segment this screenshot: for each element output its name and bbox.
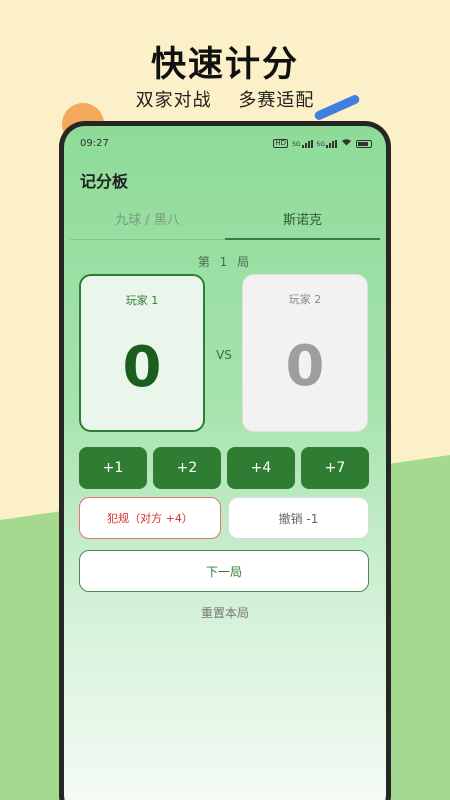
phone-screen: 09:27 HD 5G 5G 记分板 九球 / 黑八 斯诺克 第 1 局 玩家 … [64,126,386,800]
signal-icon-2: 5G [316,139,337,148]
player-1-card[interactable]: 玩家 1 0 [79,274,205,432]
player-2-name: 玩家 2 [288,293,322,306]
player-2-card[interactable]: 玩家 2 0 [242,274,368,432]
status-icons: HD 5G 5G [273,138,372,149]
page-title: 记分板 [80,172,129,191]
undo-button[interactable]: 撤销 -1 [228,497,369,539]
tab-snooker[interactable]: 斯诺克 [225,206,380,240]
player-2-score: 0 [285,334,325,399]
score-add-buttons: +1 +2 +4 +7 [79,447,369,489]
tab-nine-ball[interactable]: 九球 / 黑八 [70,206,225,239]
battery-icon [356,139,372,148]
game-mode-tabs: 九球 / 黑八 斯诺克 [70,206,380,240]
player-1-name: 玩家 1 [125,294,159,307]
vs-label: VS [216,348,232,362]
add-2-button[interactable]: +2 [153,447,221,489]
phone-frame: 09:27 HD 5G 5G 记分板 九球 / 黑八 斯诺克 第 1 局 玩家 … [59,121,391,800]
foul-button[interactable]: 犯规（对方 +4） [79,497,221,539]
status-bar: 09:27 HD 5G 5G [80,138,372,152]
wifi-icon [341,138,352,149]
player-1-score: 0 [122,335,162,400]
hd-icon: HD [273,139,289,148]
add-4-button[interactable]: +4 [227,447,295,489]
reset-round-link[interactable]: 重置本局 [64,604,386,621]
signal-icon: 5G [292,139,313,148]
next-round-button[interactable]: 下一局 [79,550,369,592]
add-1-button[interactable]: +1 [79,447,147,489]
tagline-right: 多赛适配 [238,90,315,111]
signal-label-2: 5G [316,140,325,148]
add-7-button[interactable]: +7 [301,447,369,489]
promo-headline: 快速计分 [150,45,299,85]
status-time: 09:27 [80,138,109,149]
round-label: 第 1 局 [197,255,253,269]
tagline-left: 双家对战 [135,90,212,111]
signal-label-1: 5G [292,140,301,148]
